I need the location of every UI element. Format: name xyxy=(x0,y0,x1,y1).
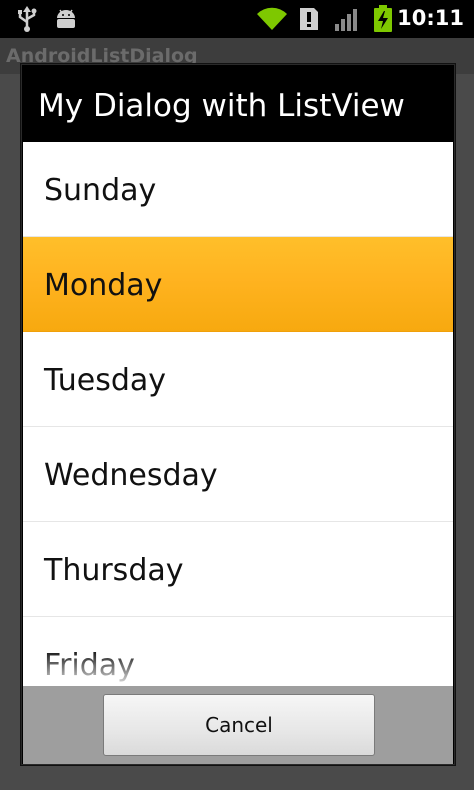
list-item-monday[interactable]: Monday xyxy=(23,237,453,332)
dialog-title: My Dialog with ListView xyxy=(22,65,454,141)
list-item-tuesday[interactable]: Tuesday xyxy=(23,332,453,427)
list-dialog: My Dialog with ListView Sunday Monday Tu… xyxy=(21,64,455,765)
status-time: 10:11 xyxy=(397,6,464,30)
list-item-wednesday[interactable]: Wednesday xyxy=(23,427,453,522)
list-item-thursday[interactable]: Thursday xyxy=(23,522,453,617)
android-icon xyxy=(54,8,78,34)
wifi-icon xyxy=(256,6,288,36)
status-bar: 10:11 xyxy=(0,0,474,38)
alert-icon xyxy=(298,7,320,35)
cancel-button[interactable]: Cancel xyxy=(103,694,375,756)
list-item-sunday[interactable]: Sunday xyxy=(23,142,453,237)
day-listview[interactable]: Sunday Monday Tuesday Wednesday Thursday… xyxy=(23,142,453,686)
list-item-friday[interactable]: Friday xyxy=(23,617,453,686)
battery-charging-icon xyxy=(373,5,393,37)
usb-icon xyxy=(16,6,38,36)
dialog-button-bar: Cancel xyxy=(23,686,453,764)
signal-icon xyxy=(334,8,360,36)
